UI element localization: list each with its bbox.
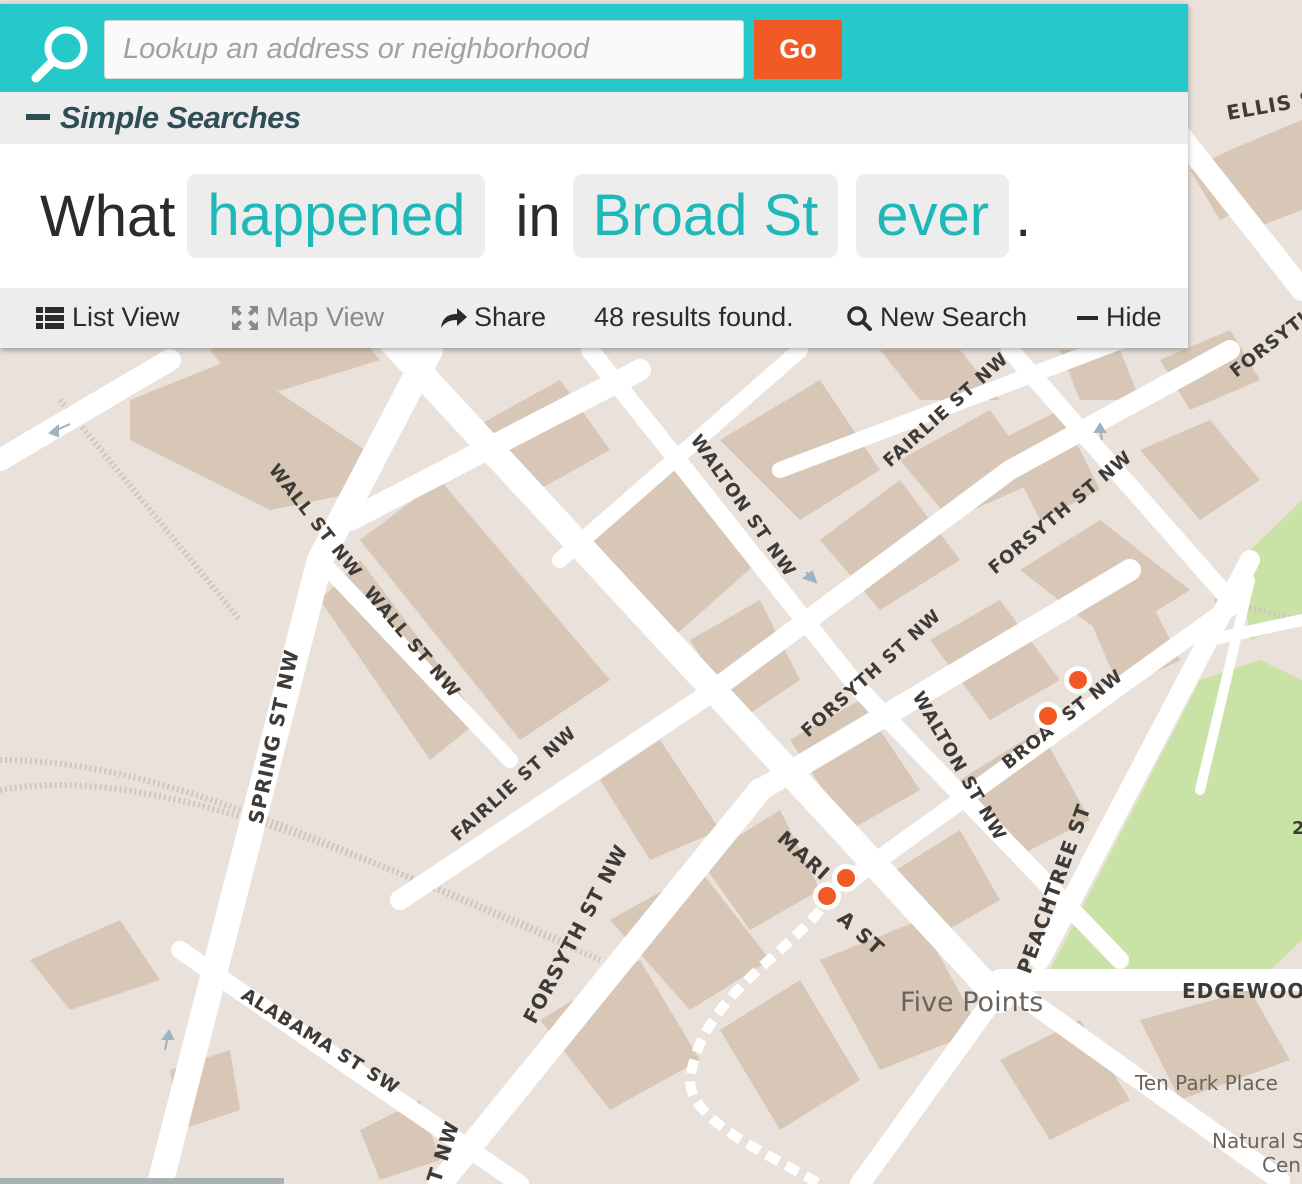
place-label: Cen — [1262, 1153, 1301, 1177]
query-sentence: What happened in Broad St ever . — [40, 174, 1031, 258]
search-icon[interactable] — [28, 22, 94, 84]
event-selector[interactable]: happened — [187, 174, 486, 258]
new-search-label: New Search — [880, 302, 1028, 332]
results-count: 48 results found. — [594, 302, 794, 333]
incident-marker[interactable] — [1034, 702, 1062, 730]
expand-icon — [232, 305, 258, 330]
map-view-label: Map View — [266, 302, 385, 332]
magnifier-icon — [847, 305, 872, 331]
share-button[interactable]: Share — [440, 302, 546, 333]
street-label: EDGEWOO — [1182, 979, 1302, 1003]
share-label: Share — [474, 302, 547, 332]
new-search-button[interactable]: New Search — [846, 302, 1027, 333]
incident-marker[interactable] — [1064, 666, 1092, 694]
list-view-button[interactable]: List View — [36, 302, 180, 333]
place-label: Natural S — [1212, 1129, 1302, 1153]
incident-marker[interactable] — [813, 882, 841, 910]
minus-icon — [1077, 315, 1098, 320]
search-input[interactable] — [104, 20, 744, 79]
search-panel: Go Simple Searches What happened in Broa… — [0, 4, 1188, 348]
simple-searches-label: Simple Searches — [60, 100, 301, 135]
sentence-in: in — [515, 183, 561, 249]
place-label-five-points: Five Points — [900, 987, 1043, 1018]
share-icon — [441, 307, 467, 328]
list-view-label: List View — [72, 302, 180, 332]
place-label: Ten Park Place — [1134, 1071, 1278, 1095]
place-selector[interactable]: Broad St — [572, 174, 839, 258]
sentence-what: What — [40, 183, 176, 249]
map-view-button[interactable]: Map View — [230, 302, 384, 333]
street-label: 2 — [1292, 818, 1302, 839]
hide-label: Hide — [1106, 302, 1162, 332]
list-icon — [36, 306, 64, 329]
minus-icon — [26, 113, 50, 120]
hide-button[interactable]: Hide — [1076, 302, 1162, 333]
map-attribution-strip — [0, 1178, 284, 1184]
results-count-label: 48 results found. — [594, 302, 794, 332]
results-toolbar: List View Map View Share 48 results foun… — [0, 288, 1188, 348]
simple-searches-toggle[interactable]: Simple Searches — [26, 100, 301, 136]
simple-searches-bar: Simple Searches — [0, 92, 1188, 144]
go-button[interactable]: Go — [754, 20, 842, 79]
sentence-period: . — [1015, 183, 1032, 249]
search-bar: Go — [0, 4, 1188, 92]
time-selector[interactable]: ever — [856, 174, 1010, 258]
